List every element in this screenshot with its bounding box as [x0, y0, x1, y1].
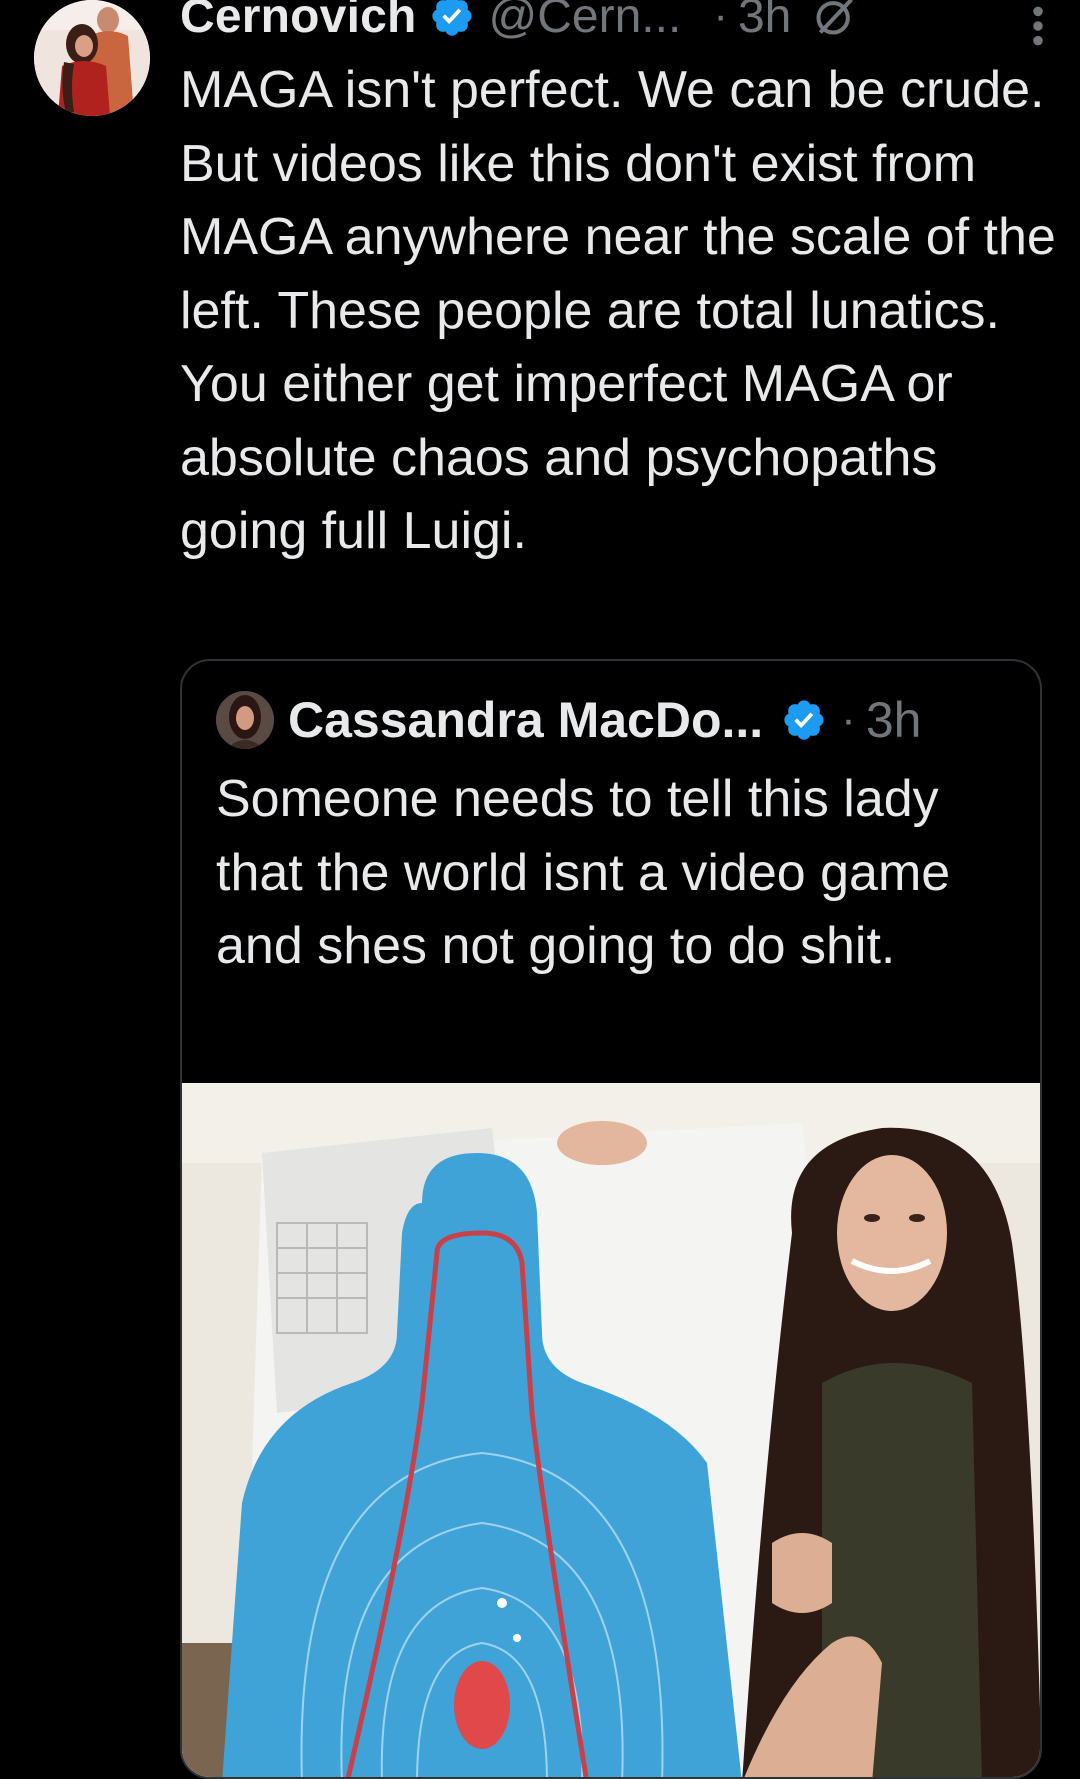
tweet[interactable]: Cernovich @Cern... · 3h MAGA isn't perfe…	[0, 0, 1080, 1779]
author-handle[interactable]: @Cern...	[489, 0, 682, 44]
tweet-header: Cernovich @Cern... · 3h	[180, 0, 1060, 46]
dot-separator: ·	[841, 695, 856, 744]
video-thumbnail[interactable]	[182, 1083, 1040, 1777]
tweet-timestamp[interactable]: 3h	[738, 0, 791, 44]
grok-icon[interactable]	[813, 0, 857, 38]
verified-badge-icon	[431, 0, 472, 36]
quoted-author-avatar[interactable]	[216, 691, 274, 749]
more-vertical-icon[interactable]	[1028, 4, 1048, 48]
verified-badge-icon	[784, 700, 824, 740]
dot-separator: ·	[713, 0, 728, 40]
quoted-tweet-card[interactable]: Cassandra MacDo... · 3h Someone needs to…	[180, 659, 1042, 1779]
quoted-tweet-header: Cassandra MacDo... · 3h	[216, 689, 921, 751]
author-avatar[interactable]	[34, 0, 150, 116]
quoted-tweet-timestamp[interactable]: 3h	[866, 691, 922, 749]
tweet-text: MAGA isn't perfect. We can be crude. But…	[180, 61, 1071, 560]
quoted-author-display-name[interactable]: Cassandra MacDo...	[288, 691, 763, 749]
author-display-name[interactable]: Cernovich	[180, 0, 417, 44]
quoted-tweet-text: Someone needs to tell this lady that the…	[216, 770, 951, 975]
